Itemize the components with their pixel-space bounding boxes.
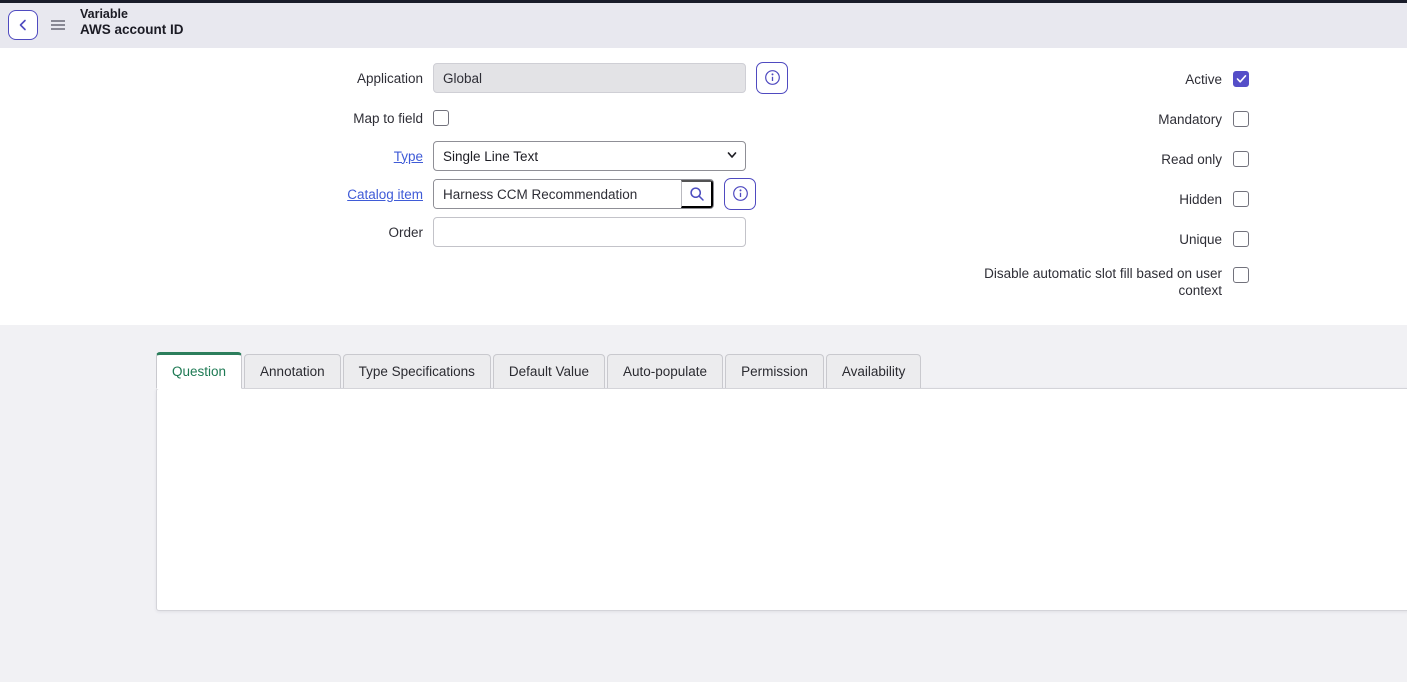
active-checkbox[interactable]: [1233, 71, 1249, 87]
catalog-item-reference-field: [433, 179, 714, 209]
record-title: Variable AWS account ID: [80, 6, 184, 38]
read-only-label: Read only: [950, 151, 1222, 168]
active-label: Active: [950, 71, 1222, 88]
type-select-wrap: Single Line Text: [433, 141, 746, 171]
map-to-field-row: Map to field: [0, 103, 449, 133]
order-label: Order: [0, 225, 423, 240]
question-tab-panel: [156, 388, 1407, 611]
magnifier-icon: [689, 186, 705, 202]
catalog-item-search-button[interactable]: [681, 180, 713, 208]
info-circle-icon: [764, 69, 781, 86]
application-info-button[interactable]: [756, 62, 788, 94]
info-circle-icon: [732, 185, 749, 202]
header-bar: Variable AWS account ID: [0, 3, 1407, 48]
order-row: Order: [0, 217, 746, 247]
disable-slot-fill-label: Disable automatic slot fill based on use…: [969, 265, 1222, 299]
form-area: Application Map to field Type Single Lin…: [0, 48, 1407, 325]
application-input[interactable]: [433, 63, 746, 93]
back-button[interactable]: [8, 10, 38, 40]
mandatory-row: Mandatory: [950, 104, 1249, 134]
variable-form-screen: Variable AWS account ID Application Map …: [0, 0, 1407, 682]
tab-strip: Question Annotation Type Specifications …: [156, 352, 923, 388]
type-row: Type Single Line Text: [0, 141, 746, 171]
tab-default-value[interactable]: Default Value: [493, 354, 605, 388]
unique-checkbox[interactable]: [1233, 231, 1249, 247]
unique-label: Unique: [950, 231, 1222, 248]
catalog-item-label-link[interactable]: Catalog item: [347, 187, 423, 202]
hidden-label: Hidden: [950, 191, 1222, 208]
tab-annotation[interactable]: Annotation: [244, 354, 341, 388]
unique-row: Unique: [950, 224, 1249, 254]
catalog-item-row: Catalog item: [0, 179, 756, 209]
checkmark-icon: [1236, 74, 1247, 84]
catalog-item-input[interactable]: [434, 180, 681, 208]
tab-permission[interactable]: Permission: [725, 354, 824, 388]
tab-auto-populate[interactable]: Auto-populate: [607, 354, 723, 388]
disable-slot-fill-row: Disable automatic slot fill based on use…: [969, 265, 1249, 303]
application-label: Application: [0, 71, 423, 86]
application-row: Application: [0, 63, 788, 93]
map-to-field-label: Map to field: [0, 111, 423, 126]
mandatory-checkbox[interactable]: [1233, 111, 1249, 127]
active-row: Active: [950, 64, 1249, 94]
hamburger-menu-icon[interactable]: [50, 17, 66, 33]
tab-availability[interactable]: Availability: [826, 354, 922, 388]
hidden-row: Hidden: [950, 184, 1249, 214]
order-input[interactable]: [433, 217, 746, 247]
type-label-link[interactable]: Type: [394, 149, 423, 164]
type-select[interactable]: Single Line Text: [433, 141, 746, 171]
mandatory-label: Mandatory: [950, 111, 1222, 128]
tab-question[interactable]: Question: [156, 352, 242, 389]
record-type-title: Variable: [80, 6, 184, 22]
chevron-left-icon: [17, 18, 29, 32]
read-only-checkbox[interactable]: [1233, 151, 1249, 167]
map-to-field-checkbox[interactable]: [433, 110, 449, 126]
tab-type-specifications[interactable]: Type Specifications: [343, 354, 491, 388]
disable-slot-fill-checkbox[interactable]: [1233, 267, 1249, 283]
record-name-title: AWS account ID: [80, 22, 184, 38]
catalog-item-info-button[interactable]: [724, 178, 756, 210]
read-only-row: Read only: [950, 144, 1249, 174]
hidden-checkbox[interactable]: [1233, 191, 1249, 207]
